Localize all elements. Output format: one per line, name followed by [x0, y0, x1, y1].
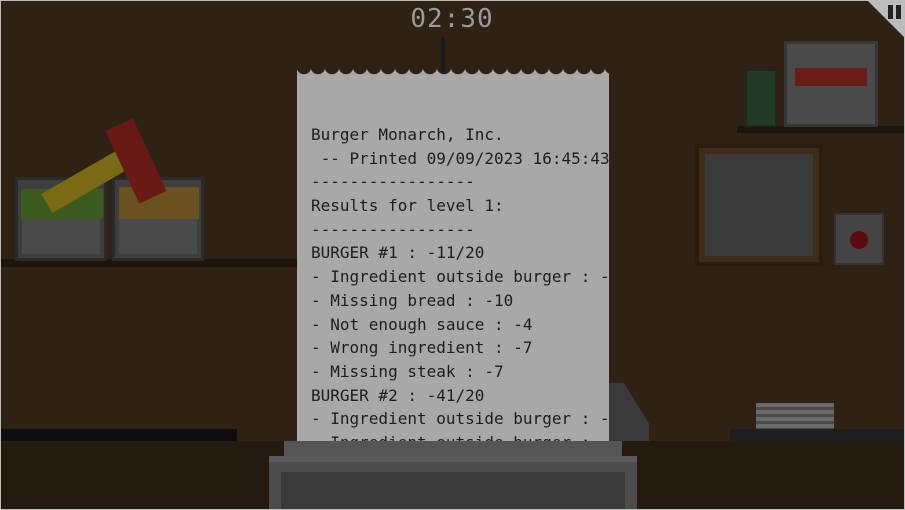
receipt-line: - Ingredient outside burger : -3	[311, 267, 609, 287]
receipt-line: - Ingredient outside burger : -3	[311, 431, 609, 441]
receipt-line: BURGER #2 : -41/20	[311, 385, 485, 405]
receipt-line: - Ingredient outside burger : -3	[311, 409, 609, 429]
receipt-line: - Missing bread : -10	[311, 290, 514, 310]
receipt-printer	[269, 456, 637, 509]
printer-top	[284, 441, 622, 457]
receipt-lines: Burger Monarch, Inc. -- Printed 09/09/20…	[311, 123, 609, 441]
results-receipt[interactable]: Burger Monarch, Inc. -- Printed 09/09/20…	[297, 67, 609, 441]
right-shelf	[737, 126, 904, 133]
receipt-line: BURGER #1 : -11/20	[311, 243, 485, 263]
alarm-button[interactable]	[834, 213, 884, 265]
receipt-line: - Not enough sauce : -4	[311, 314, 533, 334]
pickle-jar[interactable]	[745, 69, 777, 127]
receipt-line: Burger Monarch, Inc.	[311, 125, 504, 144]
receipt-line: -- Printed 09/09/2023 16:45:43	[311, 148, 609, 168]
receipt-line: -----------------	[311, 172, 475, 192]
wall-panel	[695, 144, 823, 266]
pause-icon	[888, 5, 893, 19]
receipt-line: - Missing steak : -7	[311, 361, 504, 381]
steak-box[interactable]	[784, 41, 878, 127]
receipt-line: Results for level 1:	[311, 196, 504, 216]
receipt-line: - Wrong ingredient : -7	[311, 338, 533, 358]
left-countertop	[1, 429, 237, 441]
game-scene: 02:30 Burger Monarch, Inc. -- Printed 09…	[0, 0, 905, 510]
alarm-light-icon	[850, 231, 868, 249]
level-timer: 02:30	[410, 4, 494, 34]
receipt-line: -----------------	[311, 219, 475, 239]
right-countertop	[730, 429, 904, 441]
plate-stack[interactable]	[756, 403, 834, 429]
